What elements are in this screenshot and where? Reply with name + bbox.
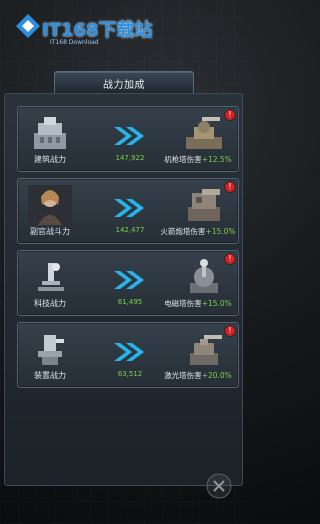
double-chevron-icon	[114, 271, 144, 289]
double-chevron-icon	[114, 127, 144, 145]
watermark-logo-icon	[16, 14, 40, 38]
machine-gun-tower-icon	[186, 117, 222, 149]
row-effect: 激光塔伤害+20.0%	[153, 370, 243, 381]
row-name: 副官战斗力	[30, 227, 70, 236]
officer-portrait	[28, 185, 72, 225]
row-effect: 火箭炮塔伤害+15.0%	[153, 226, 243, 237]
rocket-tower-icon	[188, 189, 220, 221]
laser-tower-icon	[190, 335, 222, 365]
row-value: 142,477	[115, 226, 145, 234]
row-value: 63,512	[117, 370, 143, 378]
bonus-row-officer[interactable]: 副官战斗力 142,477 火箭炮塔伤害+15.0% !	[17, 178, 239, 244]
row-value: 61,495	[117, 298, 143, 306]
microscope-icon	[38, 263, 64, 291]
watermark: IT168下载站 IT168 Download	[10, 8, 153, 52]
alert-icon[interactable]: !	[225, 110, 235, 120]
alert-icon[interactable]: !	[225, 326, 235, 336]
effect-bonus: +20.0%	[201, 371, 232, 380]
double-chevron-icon	[114, 199, 144, 217]
alert-icon[interactable]: !	[225, 254, 235, 264]
bonus-row-device[interactable]: 装置战力 63,512 激光塔伤害+20.0% !	[17, 322, 239, 388]
device-icon	[38, 335, 64, 365]
row-name: 建筑战力	[34, 155, 66, 164]
close-icon[interactable]	[205, 472, 233, 500]
row-value: 147,922	[115, 154, 145, 162]
building-icon	[34, 117, 66, 149]
power-bonus-panel: 建筑战力 147,922 机枪塔伤害+12.5% ! 副官战斗力 142,477…	[4, 93, 243, 486]
effect-bonus: +15.0%	[205, 227, 236, 236]
effect-bonus: +12.5%	[201, 155, 232, 164]
electromagnetic-tower-icon	[190, 259, 218, 293]
effect-label: 电磁塔伤害	[164, 299, 202, 308]
alert-icon[interactable]: !	[225, 182, 235, 192]
row-name: 科技战力	[34, 299, 66, 308]
panel-title: 战力加成	[54, 71, 194, 95]
effect-bonus: +15.0%	[201, 299, 232, 308]
row-effect: 机枪塔伤害+12.5%	[153, 154, 243, 165]
bonus-row-building[interactable]: 建筑战力 147,922 机枪塔伤害+12.5% !	[17, 106, 239, 172]
effect-label: 火箭炮塔伤害	[160, 227, 206, 236]
effect-label: 激光塔伤害	[164, 371, 202, 380]
watermark-subtitle: IT168 Download	[50, 39, 99, 46]
bonus-row-tech[interactable]: 科技战力 61,495 电磁塔伤害+15.0% !	[17, 250, 239, 316]
row-effect: 电磁塔伤害+15.0%	[153, 298, 243, 309]
effect-label: 机枪塔伤害	[164, 155, 202, 164]
row-name: 装置战力	[34, 371, 66, 380]
double-chevron-icon	[114, 343, 144, 361]
